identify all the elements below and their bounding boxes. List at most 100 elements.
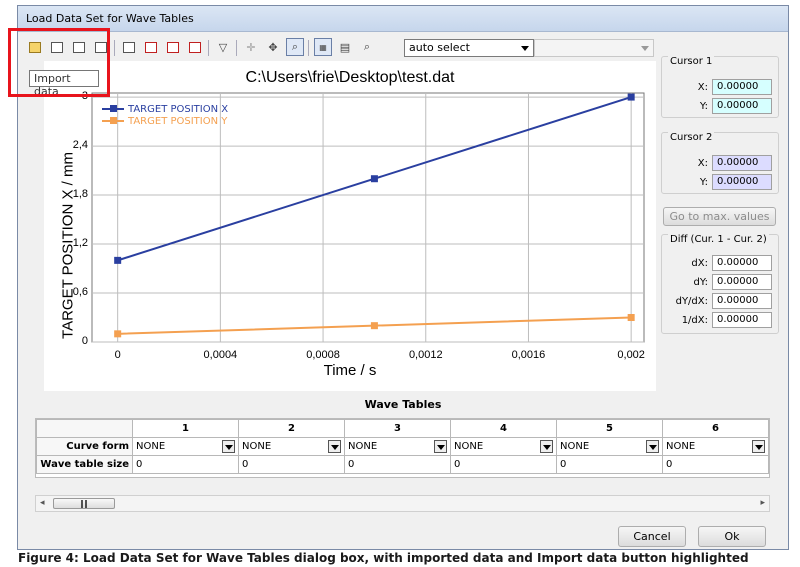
- legend-swatch: [102, 105, 124, 112]
- cursor2-title: Cursor 2: [668, 132, 715, 143]
- curve-form-select[interactable]: NONE: [238, 437, 345, 456]
- chevron-down-icon[interactable]: [752, 440, 765, 453]
- chevron-down-icon: [641, 46, 649, 51]
- diff-value: 0.00000: [712, 312, 772, 328]
- dialog-window: Load Data Set for Wave Tables ▽ ✛ ✥ ⌕ ▦ …: [17, 5, 789, 550]
- figure-caption: Figure 4: Load Data Set for Wave Tables …: [18, 551, 749, 565]
- chevron-down-icon[interactable]: [222, 440, 235, 453]
- cursor1-y-label: Y:: [699, 100, 708, 112]
- pan-icon[interactable]: ✥: [264, 38, 282, 56]
- cursor1-title: Cursor 1: [668, 56, 715, 67]
- scroll-left-icon[interactable]: ◂: [40, 498, 45, 508]
- chevron-down-icon[interactable]: [328, 440, 341, 453]
- data-point: [370, 175, 378, 183]
- curve-form-select[interactable]: NONE: [132, 437, 239, 456]
- curve-form-value: NONE: [666, 441, 696, 452]
- fit-icon[interactable]: ▦: [314, 38, 332, 56]
- cursor2-y-row: Y: 0.00000: [700, 174, 772, 190]
- toolbar-separator: [114, 40, 115, 56]
- filter-icon[interactable]: ▽: [214, 38, 232, 56]
- wave-table-size-cell[interactable]: 0: [238, 455, 345, 474]
- cursor2-x-label: X:: [697, 157, 708, 169]
- curve-form-select[interactable]: NONE: [556, 437, 663, 456]
- cursor2-y-label: Y:: [699, 176, 708, 188]
- legend-swatch: [102, 117, 124, 124]
- curve-chart-icon[interactable]: [164, 38, 182, 56]
- cursor2-group: Cursor 2 X: 0.00000 Y: 0.00000: [661, 132, 779, 194]
- cursor2-x-field[interactable]: 0.00000: [712, 155, 772, 171]
- legend-label: TARGET POSITION X: [128, 103, 229, 115]
- bar-chart-icon[interactable]: [186, 38, 204, 56]
- wave-table-size-cell[interactable]: 0: [132, 455, 239, 474]
- auto-select-value: auto select: [409, 41, 470, 54]
- chevron-down-icon[interactable]: [540, 440, 553, 453]
- diff-label: 1/dX:: [681, 314, 708, 326]
- x-tick-label: 0,0004: [203, 349, 238, 361]
- plot-frame: [91, 92, 645, 343]
- crosshair-icon[interactable]: ✛: [242, 38, 260, 56]
- cancel-button[interactable]: Cancel: [618, 526, 686, 547]
- diff-value: 0.00000: [712, 255, 772, 271]
- curve-form-value: NONE: [242, 441, 272, 452]
- cursor2-x-row: X: 0.00000: [698, 155, 772, 171]
- cursor2-y-field[interactable]: 0.00000: [712, 174, 772, 190]
- wave-table-size-cell[interactable]: 0: [662, 455, 769, 474]
- wave-tables-title: Wave Tables: [364, 398, 442, 411]
- curve-form-value: NONE: [454, 441, 484, 452]
- channel-dropdown[interactable]: [534, 39, 654, 57]
- legend-item: TARGET POSITION Y: [102, 115, 228, 127]
- curve-form-select[interactable]: NONE: [344, 437, 451, 456]
- column-header: 4: [450, 419, 557, 438]
- x-tick-label: 0,0012: [408, 349, 443, 361]
- diff-title: Diff (Cur. 1 - Cur. 2): [668, 234, 769, 245]
- table-row: Wave table size 0 0 0 0 0 0: [36, 455, 769, 474]
- highlight-box: [8, 28, 110, 97]
- wave-tables-grid: 1 2 3 4 5 6 Curve form NONE NONE NONE NO…: [35, 418, 770, 478]
- legend-label: TARGET POSITION Y: [128, 115, 228, 127]
- chevron-down-icon[interactable]: [434, 440, 447, 453]
- wave-table-size-label: Wave table size: [36, 455, 133, 474]
- y-tick-label: 1,8: [72, 188, 88, 201]
- grid-icon[interactable]: ▤: [336, 38, 354, 56]
- data-point: [370, 322, 378, 330]
- cursor1-x-field[interactable]: 0.00000: [712, 79, 772, 95]
- y-tick-label: 0,6: [72, 286, 88, 299]
- zoom-reset-icon[interactable]: ⌕: [358, 38, 376, 56]
- scrollbar-thumb[interactable]: ‖‖: [53, 498, 115, 509]
- column-header: 3: [344, 419, 451, 438]
- properties-icon[interactable]: [120, 38, 138, 56]
- chevron-down-icon[interactable]: [646, 440, 659, 453]
- diff-row: dY/dX: 0.00000: [676, 293, 772, 309]
- zoom-icon[interactable]: ⌕: [286, 38, 304, 56]
- curve-form-select[interactable]: NONE: [450, 437, 557, 456]
- go-to-max-button[interactable]: Go to max. values: [663, 207, 776, 226]
- title-bar: Load Data Set for Wave Tables: [18, 6, 788, 32]
- curve-form-select[interactable]: NONE: [662, 437, 769, 456]
- diff-row: 1/dX: 0.00000: [682, 312, 772, 328]
- curve-form-value: NONE: [136, 441, 166, 452]
- curve-form-label: Curve form: [36, 437, 133, 456]
- data-point: [114, 330, 122, 338]
- x-tick-label: 0,0008: [306, 349, 340, 361]
- window-title: Load Data Set for Wave Tables: [26, 12, 194, 25]
- curve-form-value: NONE: [348, 441, 378, 452]
- scroll-right-icon[interactable]: ▸: [760, 498, 765, 508]
- chart-legend: TARGET POSITION X TARGET POSITION Y: [102, 103, 228, 127]
- data-point: [114, 256, 122, 264]
- diff-group: Diff (Cur. 1 - Cur. 2) dX: 0.00000 dY: 0…: [661, 234, 779, 334]
- cursor1-y-field[interactable]: 0.00000: [712, 98, 772, 114]
- chevron-down-icon: [521, 46, 529, 51]
- line-chart-icon[interactable]: [142, 38, 160, 56]
- chart-area[interactable]: C:\Users\frie\Desktop\test.dat TARGET PO…: [44, 61, 656, 391]
- y-tick-label: 2,4: [72, 139, 88, 152]
- ok-button[interactable]: Ok: [698, 526, 766, 547]
- column-header: 1: [132, 419, 239, 438]
- column-header: 2: [238, 419, 345, 438]
- horizontal-scrollbar[interactable]: ◂ ‖‖ ▸: [35, 495, 770, 512]
- wave-table-size-cell[interactable]: 0: [450, 455, 557, 474]
- wave-table-size-cell[interactable]: 0: [344, 455, 451, 474]
- wave-table-size-cell[interactable]: 0: [556, 455, 663, 474]
- x-tick-label: 0: [114, 349, 121, 361]
- y-tick-label: 0: [81, 335, 88, 347]
- auto-select-dropdown[interactable]: auto select: [404, 39, 534, 57]
